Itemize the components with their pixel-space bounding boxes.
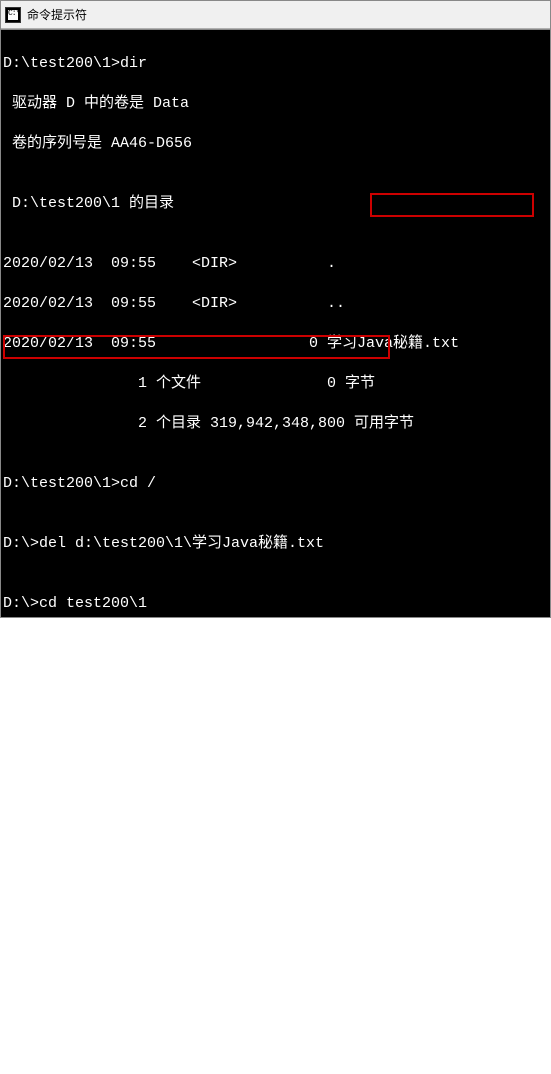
summary-line: 0 个文件 0 字节 — [3, 934, 548, 954]
window-title: 命令提示符 — [27, 6, 87, 23]
output-line: D:\test200\1 的目录 — [3, 794, 548, 814]
summary-line: 2 个目录 319,942,348,800 可用字节 — [3, 414, 548, 434]
cmd-icon: C:\ — [5, 7, 21, 23]
prompt-line: D:\>cd test200\1 — [3, 594, 548, 614]
terminal-output[interactable]: D:\test200\1>dir 驱动器 D 中的卷是 Data 卷的序列号是 … — [1, 29, 550, 617]
prompt-line: D:\test200\1>cd / — [3, 474, 548, 494]
output-line: 驱动器 D 中的卷是 Data — [3, 94, 548, 114]
output-line: D:\test200\1 的目录 — [3, 194, 548, 214]
cmd-icon-label: C:\ — [8, 9, 19, 18]
cmd-window: C:\ 命令提示符 D:\test200\1>dir 驱动器 D 中的卷是 Da… — [0, 0, 551, 618]
prompt-line: D:\test200\1>dir — [3, 54, 548, 74]
summary-line: 2 个目录 319,942,348,800 可用字节 — [3, 974, 548, 994]
prompt-line: D:\test200\1>dir — [3, 654, 548, 674]
dir-entry: 2020/02/13 10:44 <DIR> .. — [3, 894, 548, 914]
dir-entry: 2020/02/13 09:55 <DIR> . — [3, 254, 548, 274]
dir-entry: 2020/02/13 10:44 <DIR> . — [3, 854, 548, 874]
output-line: 卷的序列号是 AA46-D656 — [3, 734, 548, 754]
summary-line: 1 个文件 0 字节 — [3, 374, 548, 394]
output-line: 卷的序列号是 AA46-D656 — [3, 134, 548, 154]
output-line: 驱动器 D 中的卷是 Data — [3, 694, 548, 714]
prompt-line-del: D:\>del d:\test200\1\学习Java秘籍.txt — [3, 534, 548, 554]
dir-entry: 2020/02/13 09:55 <DIR> .. — [3, 294, 548, 314]
titlebar[interactable]: C:\ 命令提示符 — [1, 1, 550, 29]
dir-entry-file: 2020/02/13 09:55 0 学习Java秘籍.txt — [3, 334, 548, 354]
